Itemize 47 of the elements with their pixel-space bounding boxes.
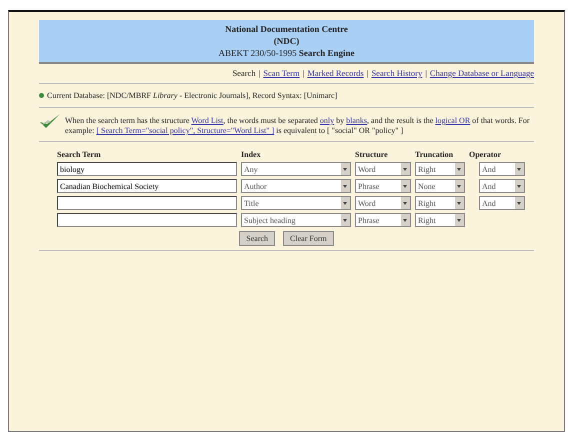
nav-separator: | [425, 68, 427, 78]
operator-select[interactable]: And [479, 179, 525, 193]
search-term-field[interactable]: Canadian Biochemical Society [57, 179, 237, 193]
structure-select[interactable]: Word [355, 162, 411, 176]
column-header: Operator [469, 150, 502, 159]
nav-separator: | [302, 68, 304, 78]
nav-link[interactable]: Change Database or Language [430, 68, 534, 78]
bullet-icon [39, 93, 44, 98]
search-term-field[interactable] [57, 196, 237, 210]
nav-link[interactable]: Search History [371, 68, 422, 78]
structure-select[interactable]: Phrase [355, 179, 411, 193]
column-header: Search Term [57, 150, 102, 159]
search-term-field[interactable] [57, 213, 237, 227]
operator-select[interactable]: And [479, 162, 525, 176]
index-select[interactable]: Any [241, 162, 351, 176]
index-select[interactable]: Subject heading [241, 213, 351, 227]
structure-select[interactable]: Phrase [355, 213, 411, 227]
truncation-select[interactable]: Right [415, 162, 465, 176]
nav-current[interactable]: Search [232, 68, 256, 78]
help-link[interactable]: blanks [346, 116, 368, 125]
truncation-select[interactable]: None [415, 179, 465, 193]
truncation-select[interactable]: Right [415, 213, 465, 227]
operator-select[interactable]: And [479, 196, 525, 210]
help-link[interactable]: Word List [191, 116, 224, 125]
help-link[interactable]: only [320, 116, 334, 125]
nav-link[interactable]: Scan Term [263, 68, 300, 78]
search-term-field[interactable]: biology [57, 162, 237, 176]
column-header: Index [241, 150, 262, 159]
help-link[interactable]: logical OR [435, 116, 470, 125]
nav-link[interactable]: Marked Records [307, 68, 364, 78]
search-button[interactable]: Search [239, 231, 276, 246]
nav-separator: | [366, 68, 368, 78]
help-link[interactable]: [ Search Term="social policy", Structure="Word List" ] [96, 126, 274, 135]
checkmark-icon [39, 113, 61, 129]
nav-separator: | [258, 68, 260, 78]
column-header: Structure [355, 150, 389, 159]
index-select[interactable]: Author [241, 179, 351, 193]
truncation-select[interactable]: Right [415, 196, 465, 210]
index-select[interactable]: Title [241, 196, 351, 210]
column-header: Truncation [415, 150, 454, 159]
help-paragraph: When the search term has the structure Word List, the words must be separated only by blanks, and the result is the logical OR of that words. For example: [ Search Term="social policy", Structure="Word List" ] is equivalent to [ "social" OR "policy" ] [65, 115, 530, 136]
header-title: (NDC) [272, 35, 300, 47]
structure-select[interactable]: Word [355, 196, 411, 210]
current-database-text: Current Database: [NDC/MBRF Library - Electronic Journals], Record Syntax: [Unimarc] [47, 91, 338, 100]
header-title: ABEKT 230/50-1995 Search Engine [218, 47, 356, 59]
clear-form-button[interactable]: Clear Form [283, 231, 334, 246]
header-title: National Documentation Centre [224, 23, 349, 35]
